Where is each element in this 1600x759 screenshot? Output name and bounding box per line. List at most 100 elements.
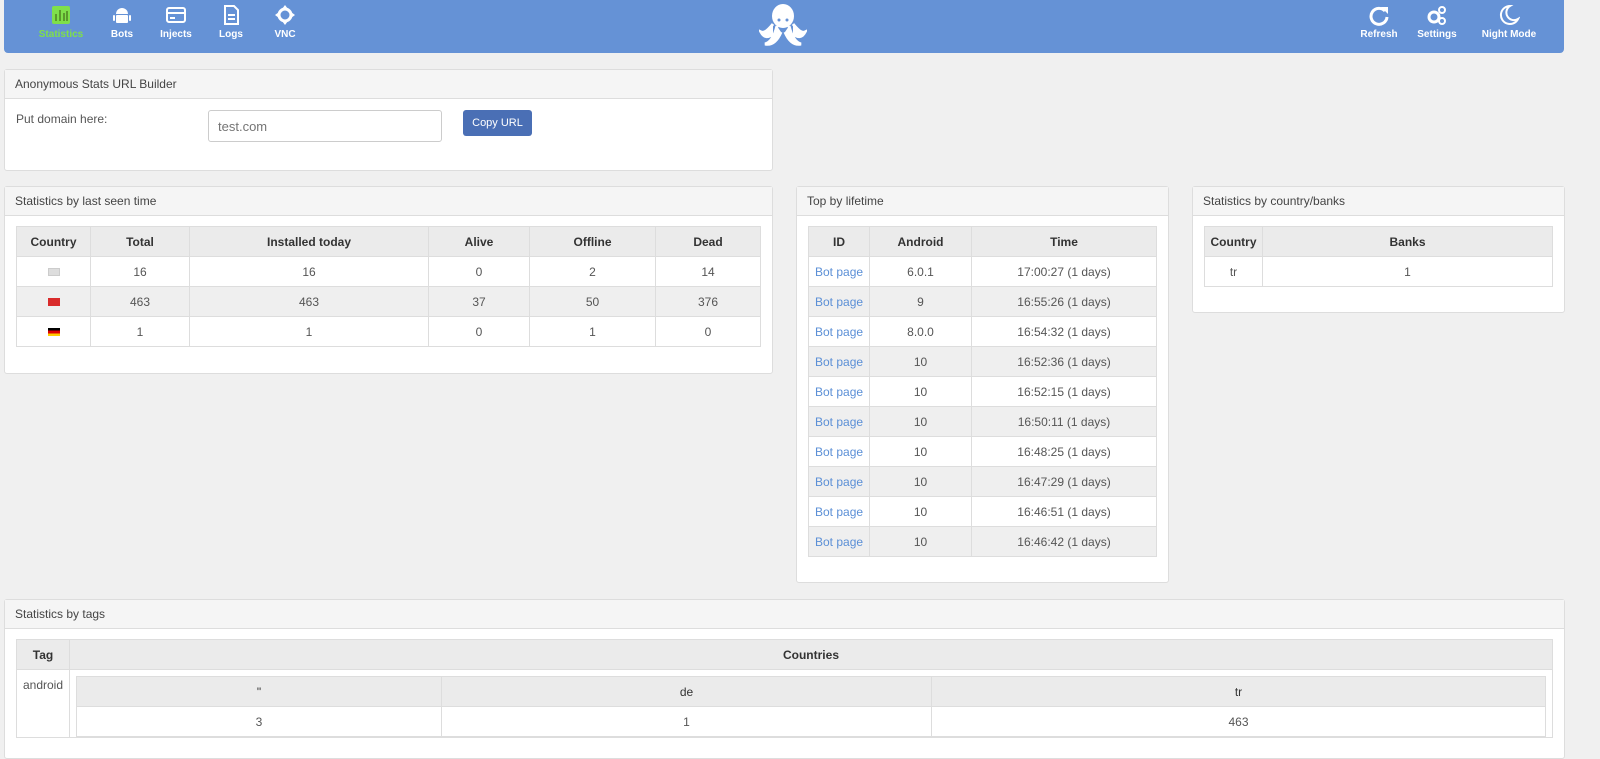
panel-title: Statistics by last seen time (5, 187, 772, 216)
crosshair-icon (275, 5, 295, 25)
table-row: 11010 (16, 316, 761, 347)
country-header: de (441, 676, 932, 707)
nav-label: VNC (274, 29, 296, 40)
table-row: Bot page 10 16:46:51 (1 days) (808, 496, 1157, 527)
table-row: Bot page 10 16:52:36 (1 days) (808, 346, 1157, 377)
panel-title: Statistics by country/banks (1193, 187, 1564, 216)
android-cell: 10 (869, 436, 972, 467)
tag-countries-table: " de tr 3 1 463 (76, 676, 1546, 737)
nav-vnc[interactable]: VNC (255, 4, 315, 40)
header-cell: Dead (655, 226, 761, 257)
cell: 16 (189, 256, 429, 287)
android-cell: 8.0.0 (869, 316, 972, 347)
header-cell: Country (1204, 226, 1263, 257)
bot-page-link[interactable]: Bot page (815, 385, 863, 399)
header-cell: Android (869, 226, 972, 257)
octopus-logo-icon (759, 4, 807, 46)
table-row: Bot page 9 16:55:26 (1 days) (808, 286, 1157, 317)
bot-page-link[interactable]: Bot page (815, 535, 863, 549)
cell: 463 (189, 286, 429, 317)
header-cell: Tag (16, 639, 70, 670)
time-cell: 17:00:27 (1 days) (971, 256, 1157, 287)
cell: 2 (529, 256, 656, 287)
time-cell: 16:55:26 (1 days) (971, 286, 1157, 317)
document-icon (224, 5, 239, 25)
bot-page-link[interactable]: Bot page (815, 445, 863, 459)
cell: 463 (90, 286, 190, 317)
cell: 16 (90, 256, 190, 287)
domain-input[interactable] (208, 110, 442, 142)
nav-bots[interactable]: Bots (92, 4, 152, 40)
nav-injects[interactable]: Injects (146, 4, 206, 40)
cell: 1 (189, 316, 429, 347)
cell: 50 (529, 286, 656, 317)
time-cell: 16:50:11 (1 days) (971, 406, 1157, 437)
bot-page-link[interactable]: Bot page (815, 295, 863, 309)
cell: 1 (1262, 256, 1553, 287)
tag-cell: android (16, 669, 70, 738)
table-row: 16 16 0 2 14 (16, 256, 761, 287)
nav-label: Injects (160, 29, 192, 40)
nav-settings[interactable]: Settings (1407, 4, 1467, 40)
android-cell: 10 (869, 466, 972, 497)
table-row: Bot page 10 16:46:42 (1 days) (808, 526, 1157, 557)
count-cell: 463 (931, 706, 1546, 737)
bot-page-link[interactable]: Bot page (815, 505, 863, 519)
header-cell: Country (16, 226, 91, 257)
cell: 14 (655, 256, 761, 287)
refresh-icon (1369, 6, 1389, 26)
table-row: Bot page 10 16:47:29 (1 days) (808, 466, 1157, 497)
time-cell: 16:54:32 (1 days) (971, 316, 1157, 347)
nav-night-mode[interactable]: Night Mode (1469, 4, 1549, 40)
nav-label: Logs (219, 29, 243, 40)
cell: tr (1204, 256, 1263, 287)
top-nav: Statistics Bots Injects Logs VNC Refresh Setti… (4, 0, 1564, 53)
cell: 1 (90, 316, 190, 347)
time-cell: 16:52:15 (1 days) (971, 376, 1157, 407)
last-seen-table: Country Total Installed today Alive Offline D… (16, 226, 761, 347)
country-header: tr (931, 676, 1546, 707)
nav-logs[interactable]: Logs (201, 4, 261, 40)
table-row: Bot page 10 16:52:15 (1 days) (808, 376, 1157, 407)
bot-page-link[interactable]: Bot page (815, 355, 863, 369)
header-cell: Alive (428, 226, 530, 257)
country-header: " (76, 676, 442, 707)
android-cell: 10 (869, 526, 972, 557)
last-seen-panel: Statistics by last seen time Country Tota… (4, 186, 773, 374)
tags-panel: Statistics by tags Tag Countries android … (4, 599, 1565, 759)
card-icon (166, 7, 186, 23)
header-cell: Banks (1262, 226, 1553, 257)
cell: 1 (529, 316, 656, 347)
bot-page-link[interactable]: Bot page (815, 265, 863, 279)
android-icon (113, 8, 131, 23)
cell: 0 (428, 256, 530, 287)
table-row: tr 1 (1204, 256, 1553, 287)
flag-de-icon (16, 316, 91, 347)
time-cell: 16:47:29 (1 days) (971, 466, 1157, 497)
bot-page-link[interactable]: Bot page (815, 415, 863, 429)
table-row: Bot page 8.0.0 16:54:32 (1 days) (808, 316, 1157, 347)
cell: 37 (428, 286, 530, 317)
time-cell: 16:46:42 (1 days) (971, 526, 1157, 557)
header-cell: Installed today (189, 226, 429, 257)
android-cell: 10 (869, 376, 972, 407)
domain-label: Put domain here: (16, 112, 108, 126)
android-cell: 10 (869, 496, 972, 527)
table-row: Bot page 10 16:48:25 (1 days) (808, 436, 1157, 467)
bot-page-link[interactable]: Bot page (815, 325, 863, 339)
bot-page-link[interactable]: Bot page (815, 475, 863, 489)
table-row: 463 463 37 50 376 (16, 286, 761, 317)
header-cell: Total (90, 226, 190, 257)
nav-statistics[interactable]: Statistics (31, 4, 91, 40)
nav-refresh[interactable]: Refresh (1349, 4, 1409, 40)
nav-label: Statistics (38, 29, 84, 40)
flag-unknown-icon (16, 256, 91, 287)
android-cell: 10 (869, 346, 972, 377)
table-row: Bot page 10 16:50:11 (1 days) (808, 406, 1157, 437)
nav-label: Night Mode (1481, 29, 1537, 40)
android-cell: 10 (869, 406, 972, 437)
copy-url-button[interactable]: Copy URL (463, 110, 532, 136)
header-cell: Offline (529, 226, 656, 257)
lifetime-panel: Top by lifetime ID Android Time Bot page 6.0… (796, 186, 1169, 583)
gears-icon (1427, 6, 1446, 25)
